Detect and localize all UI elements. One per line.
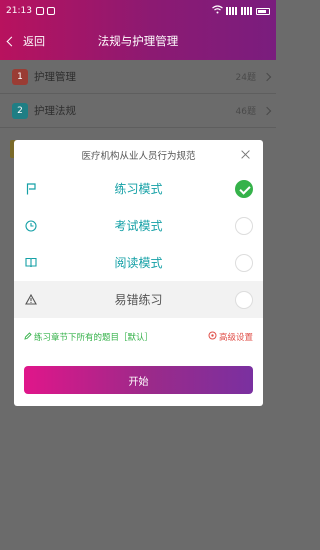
flag-icon bbox=[24, 182, 38, 196]
radio-unselected[interactable] bbox=[235, 253, 253, 272]
scope-option-label: 练习章节下所有的题目［默认］ bbox=[34, 333, 154, 343]
mode-practice[interactable]: 练习模式 bbox=[14, 170, 263, 207]
back-button[interactable]: 返回 bbox=[0, 33, 80, 49]
list-item[interactable]: 1 护理管理 24题 bbox=[0, 60, 276, 94]
nav-bar: 返回 法规与护理管理 bbox=[0, 22, 276, 60]
warning-icon bbox=[24, 293, 38, 307]
list-item[interactable]: 2 护理法规 46题 bbox=[0, 94, 276, 128]
dialog-header: 医疗机构从业人员行为规范 bbox=[14, 140, 263, 170]
chevron-right-icon bbox=[262, 72, 272, 81]
status-bar: 21:13 bbox=[0, 0, 276, 22]
chapter-count: 46题 bbox=[235, 107, 256, 117]
battery-icon bbox=[256, 7, 270, 15]
scope-option[interactable]: 练习章节下所有的题目［默认］ bbox=[24, 331, 153, 343]
mode-label: 考试模式 bbox=[114, 219, 163, 233]
mode-dialog: 医疗机构从业人员行为规范 练习模式 考试模式 阅读模式 易错练习 练习章节下所有… bbox=[14, 140, 263, 406]
chapter-number-badge: 2 bbox=[12, 102, 28, 119]
options-row: 练习章节下所有的题目［默认］ 高级设置 bbox=[14, 318, 263, 356]
mode-label: 易错练习 bbox=[114, 293, 163, 307]
mode-reading[interactable]: 阅读模式 bbox=[14, 244, 263, 281]
signal-icon bbox=[226, 7, 238, 15]
mode-label: 练习模式 bbox=[114, 182, 163, 196]
radio-selected[interactable] bbox=[235, 179, 253, 198]
wifi-icon bbox=[212, 5, 223, 17]
mode-exam[interactable]: 考试模式 bbox=[14, 207, 263, 244]
chapter-number-badge: 1 bbox=[12, 68, 28, 85]
book-icon bbox=[24, 256, 38, 270]
advanced-settings-link[interactable]: 高级设置 bbox=[208, 331, 253, 343]
mode-wrong-practice[interactable]: 易错练习 bbox=[14, 281, 263, 318]
radio-unselected[interactable] bbox=[235, 216, 253, 235]
chevron-right-icon bbox=[262, 106, 272, 115]
chapter-label: 护理法规 bbox=[34, 105, 76, 117]
settings-icon bbox=[208, 331, 217, 343]
status-indicators bbox=[212, 5, 270, 17]
start-button[interactable]: 开始 bbox=[24, 366, 253, 394]
mode-label: 阅读模式 bbox=[114, 256, 163, 270]
close-icon[interactable] bbox=[240, 149, 251, 160]
advanced-settings-label: 高级设置 bbox=[218, 333, 253, 343]
chapter-list: 1 护理管理 24题 2 护理法规 46题 bbox=[0, 60, 276, 128]
radio-unselected[interactable] bbox=[235, 290, 253, 309]
app-notification-icon bbox=[46, 7, 55, 15]
dialog-title: 医疗机构从业人员行为规范 bbox=[81, 151, 196, 162]
back-label: 返回 bbox=[23, 35, 45, 48]
notification-icon bbox=[35, 7, 44, 15]
chapter-label: 护理管理 bbox=[34, 71, 76, 83]
chevron-left-icon bbox=[6, 36, 17, 46]
chapter-count: 24题 bbox=[235, 73, 256, 83]
status-time: 21:13 bbox=[6, 6, 32, 16]
edit-icon bbox=[24, 331, 32, 343]
clock-icon bbox=[24, 219, 38, 233]
signal-icon-2 bbox=[241, 7, 253, 15]
